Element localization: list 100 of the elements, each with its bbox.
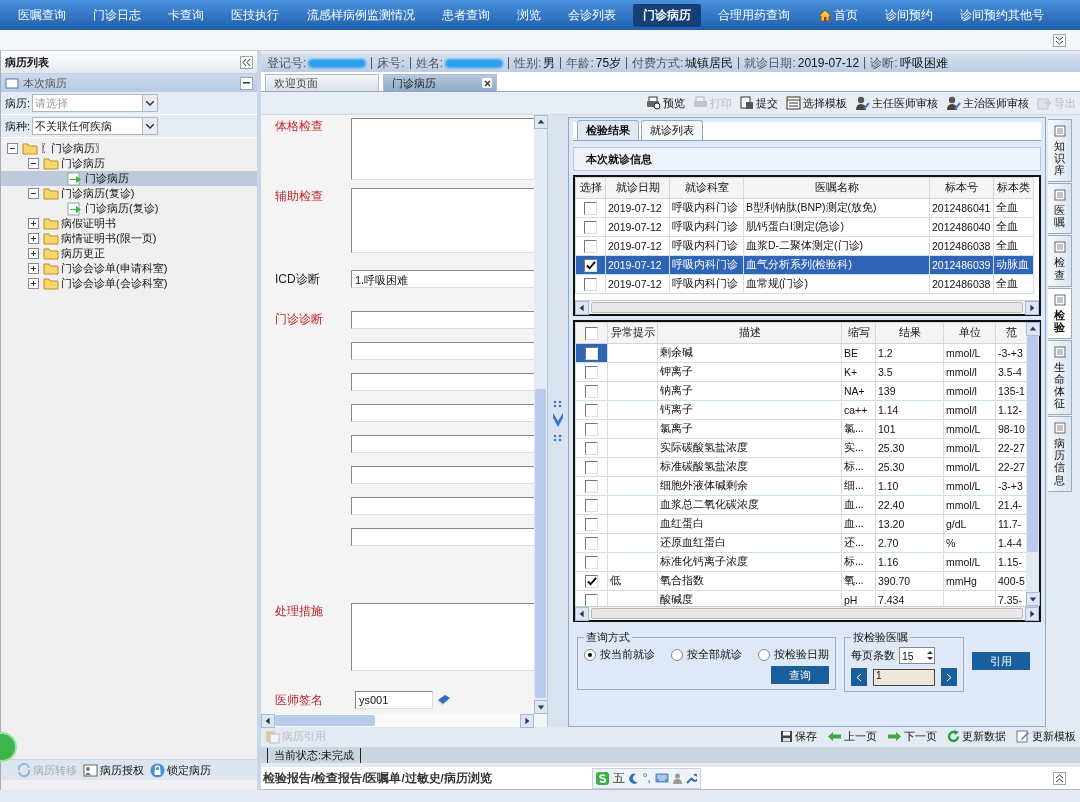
checkbox[interactable] [585,326,598,340]
input-field[interactable]: 1.呼吸困难 [351,270,534,288]
toolbar-button[interactable]: 主任医师审核 [855,95,938,111]
tree-item[interactable]: 病情证明书(限一页) [1,231,257,246]
nav-tab[interactable]: 门诊病历 [633,3,702,27]
table-row[interactable]: 实际碳酸氢盐浓度 实... 25.30 mmol/L 22-27 [575,438,1026,458]
page-field[interactable]: 1 [873,668,935,686]
tree-item[interactable]: 〖门诊病历〗 [1,141,257,156]
quick-links[interactable]: 检验报告/检查报告/医嘱单/过敏史/病历浏览 [263,770,492,786]
previous-page-button[interactable] [851,668,867,686]
tree-item[interactable]: 病历更正 [1,246,257,261]
scroll-right-icon[interactable] [1025,606,1039,621]
splitter-arrow-icon[interactable] [551,399,565,443]
action-button[interactable]: 锁定病历 [150,762,211,778]
checkbox[interactable] [585,384,598,398]
radio-option[interactable]: 按全部就诊 [671,647,742,662]
side-tab[interactable]: 检查 [1048,235,1072,287]
checkbox[interactable] [584,220,597,234]
expand-icon[interactable] [28,248,39,259]
table-row[interactable]: 2019-07-12 呼吸内科门诊 血气分析系列(检验科) 2012486039 动脉血 [575,255,1034,275]
tree-item[interactable]: 门诊病历(复诊) [1,201,257,216]
document-tab[interactable]: 欢迎页面 [265,74,379,91]
collapse-button[interactable] [240,55,253,69]
toolbar-button[interactable]: 更新模板 [1016,728,1076,744]
checkbox[interactable] [585,365,598,379]
toolbar-button[interactable]: 更新数据 [947,728,1006,744]
table-cell[interactable] [575,381,608,401]
checkbox[interactable] [585,536,598,550]
expand-button[interactable] [1053,33,1066,47]
table-row[interactable]: 钙离子 ca++ 1.14 mmol/l 1.12- [575,400,1026,420]
input-field[interactable] [351,435,534,453]
checkbox[interactable] [585,479,598,493]
checkbox[interactable] [585,460,598,474]
table-row[interactable]: 低 氧合指数 氧... 390.70 mmHg 400-5 [575,571,1026,591]
table-row[interactable]: 剩余碱 BE 1.2 mmol/L -3-+3 [575,343,1026,363]
checkbox[interactable] [584,239,597,253]
scrollbar-thumb[interactable] [591,302,1023,313]
tree-item[interactable]: 门诊会诊单(申请科室) [1,261,257,276]
scroll-down-icon[interactable] [1025,592,1040,606]
table-row[interactable]: 还原血红蛋白 还... 2.70 % 1.4-4 [575,533,1026,553]
scroll-down-icon[interactable] [533,700,548,714]
input-field[interactable] [351,373,534,391]
tree-item[interactable]: 病假证明书 [1,216,257,231]
nav-tab[interactable]: 医技执行 [221,3,290,27]
panel-tab[interactable]: 检验结果 [577,120,639,140]
nav-tab[interactable]: 卡查询 [158,3,215,27]
nav-tab[interactable]: 首页 [807,3,868,27]
scrollbar-thumb[interactable] [1027,336,1038,552]
checkbox[interactable] [585,517,598,531]
nav-tab[interactable]: 合理用药查询 [708,3,801,27]
checkbox[interactable] [584,258,597,272]
panel-tab[interactable]: 就诊列表 [641,120,703,140]
side-tab[interactable]: 病历信息 [1048,416,1072,492]
table-cell[interactable] [575,552,608,572]
checkbox[interactable] [584,201,597,215]
nav-tab[interactable]: 门诊日志 [83,3,152,27]
checkbox[interactable] [585,593,598,606]
tree-item[interactable]: 门诊病历 [1,171,257,186]
checkbox[interactable] [585,422,598,436]
collapse-icon[interactable] [7,143,18,154]
input-field[interactable]: ys001 [355,691,433,709]
nav-tab[interactable]: 流感样病例监测情况 [296,3,425,27]
table-cell[interactable] [575,438,608,458]
expand-icon[interactable] [28,233,39,244]
table-row[interactable]: 细胞外液体碱剩余 细... 1.10 mmol/L -3-+3 [575,476,1026,496]
scroll-right-icon[interactable] [1025,300,1039,315]
checkbox[interactable] [585,346,598,360]
table-row[interactable]: 标准化钙离子浓度 标... 1.16 mmol/L 1.15- [575,552,1026,572]
table-row[interactable]: 2019-07-12 呼吸内科门诊 血浆D-二聚体测定(门诊) 2012486038 全血 [575,236,1034,256]
document-tab[interactable]: 门诊病历 [383,74,497,91]
table-cell[interactable] [575,400,608,420]
text-area[interactable] [351,188,534,253]
checkbox[interactable] [585,555,598,569]
scroll-left-icon[interactable] [261,713,275,728]
toolbar-button[interactable]: 上一页 [827,728,877,744]
expand-icon[interactable] [28,278,39,289]
table-cell[interactable] [575,457,608,477]
table-cell[interactable] [575,533,608,553]
scroll-up-icon[interactable] [533,115,548,129]
table-row[interactable]: 血浆总二氧化碳浓度 血... 22.40 mmol/L 21.4- [575,495,1026,515]
toolbar-button[interactable]: 预览 [646,95,685,111]
nav-tab[interactable]: 诊间预约其他号 [949,3,1054,27]
table-row[interactable]: 钾离子 K+ 3.5 mmol/l 3.5-4 [575,362,1026,382]
toolbar-button[interactable]: 保存 [780,728,817,744]
table-row[interactable]: 2019-07-12 呼吸内科门诊 B型利钠肽(BNP)测定(放免) 2012486041 全血 [575,198,1034,218]
input-field[interactable] [351,466,534,484]
nav-tab[interactable]: 诊间预约 [874,3,943,27]
input-field[interactable] [351,311,534,329]
checkbox[interactable] [585,498,598,512]
radio-option[interactable]: 按检验日期 [758,647,829,662]
table-cell[interactable] [575,571,608,591]
toolbar-button[interactable]: 下一页 [887,728,937,744]
table-row[interactable]: 钠离子 NA+ 139 mmol/l 135-1 [575,381,1026,401]
input-field[interactable] [351,497,534,515]
scroll-left-icon[interactable] [575,606,589,621]
book-icon[interactable] [437,694,451,706]
input-field[interactable] [351,404,534,422]
scroll-left-icon[interactable] [575,300,589,315]
scrollbar-thumb[interactable] [535,389,546,698]
table-row[interactable]: 氯离子 氯... 101 mmol/L 98-10 [575,419,1026,439]
